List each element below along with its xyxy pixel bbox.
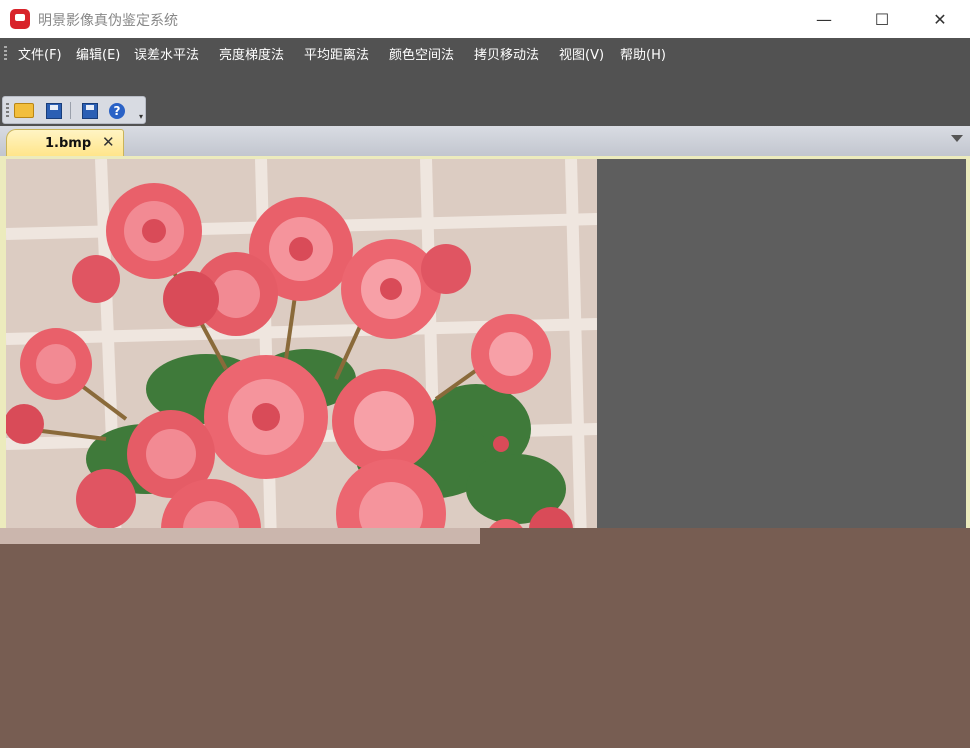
menu-bar: 文件(F) 编辑(E) 误差水平法 亮度梯度法 平均距离法 颜色空间法 拷贝移动… — [0, 38, 970, 66]
menu-help[interactable]: 帮助(H) — [620, 44, 666, 63]
toolbar-area: ? ▾ — [0, 66, 970, 126]
save-icon — [46, 102, 62, 119]
toolbar-overflow-icon[interactable]: ▾ — [139, 112, 143, 121]
help-icon: ? — [109, 102, 125, 119]
menu-luminance-gradient[interactable]: 亮度梯度法 — [219, 44, 284, 63]
save-as-icon — [82, 102, 98, 119]
tab-list-dropdown-icon[interactable] — [951, 135, 963, 142]
save-button[interactable] — [43, 100, 65, 121]
save-as-button[interactable] — [79, 100, 101, 121]
menu-file[interactable]: 文件(F) — [18, 44, 62, 63]
menu-grip-icon[interactable] — [4, 46, 7, 60]
tab-1bmp[interactable]: 1.bmp ✕ — [6, 129, 124, 156]
title-bar: 明景影像真伪鉴定系统 — ☐ ✕ — [0, 0, 970, 38]
menu-edit[interactable]: 编辑(E) — [76, 44, 120, 63]
lower-background — [0, 528, 970, 748]
minimize-button[interactable]: — — [795, 0, 853, 38]
toolbar-grip-icon[interactable] — [6, 103, 9, 117]
image-bottom-edge — [0, 528, 480, 544]
menu-copy-move[interactable]: 拷贝移动法 — [474, 44, 539, 63]
tab-strip: 1.bmp ✕ — [0, 126, 970, 156]
menu-average-distance[interactable]: 平均距离法 — [304, 44, 369, 63]
tab-label: 1.bmp — [45, 136, 92, 151]
close-window-button[interactable]: ✕ — [911, 0, 969, 38]
maximize-button[interactable]: ☐ — [853, 0, 911, 38]
menu-view[interactable]: 视图(V) — [559, 44, 604, 63]
menu-color-space[interactable]: 颜色空间法 — [389, 44, 454, 63]
open-button[interactable] — [13, 100, 35, 121]
document-frame — [0, 156, 970, 544]
toolbar-separator — [70, 102, 71, 119]
document-image — [6, 159, 597, 544]
window-title: 明景影像真伪鉴定系统 — [38, 13, 178, 29]
app-logo-icon — [10, 9, 30, 29]
open-folder-icon — [14, 103, 34, 118]
toolbar: ? ▾ — [2, 96, 146, 124]
tab-close-icon[interactable]: ✕ — [102, 133, 115, 151]
help-button[interactable]: ? — [106, 100, 128, 121]
image-canvas — [6, 159, 966, 544]
menu-error-level[interactable]: 误差水平法 — [134, 44, 199, 63]
